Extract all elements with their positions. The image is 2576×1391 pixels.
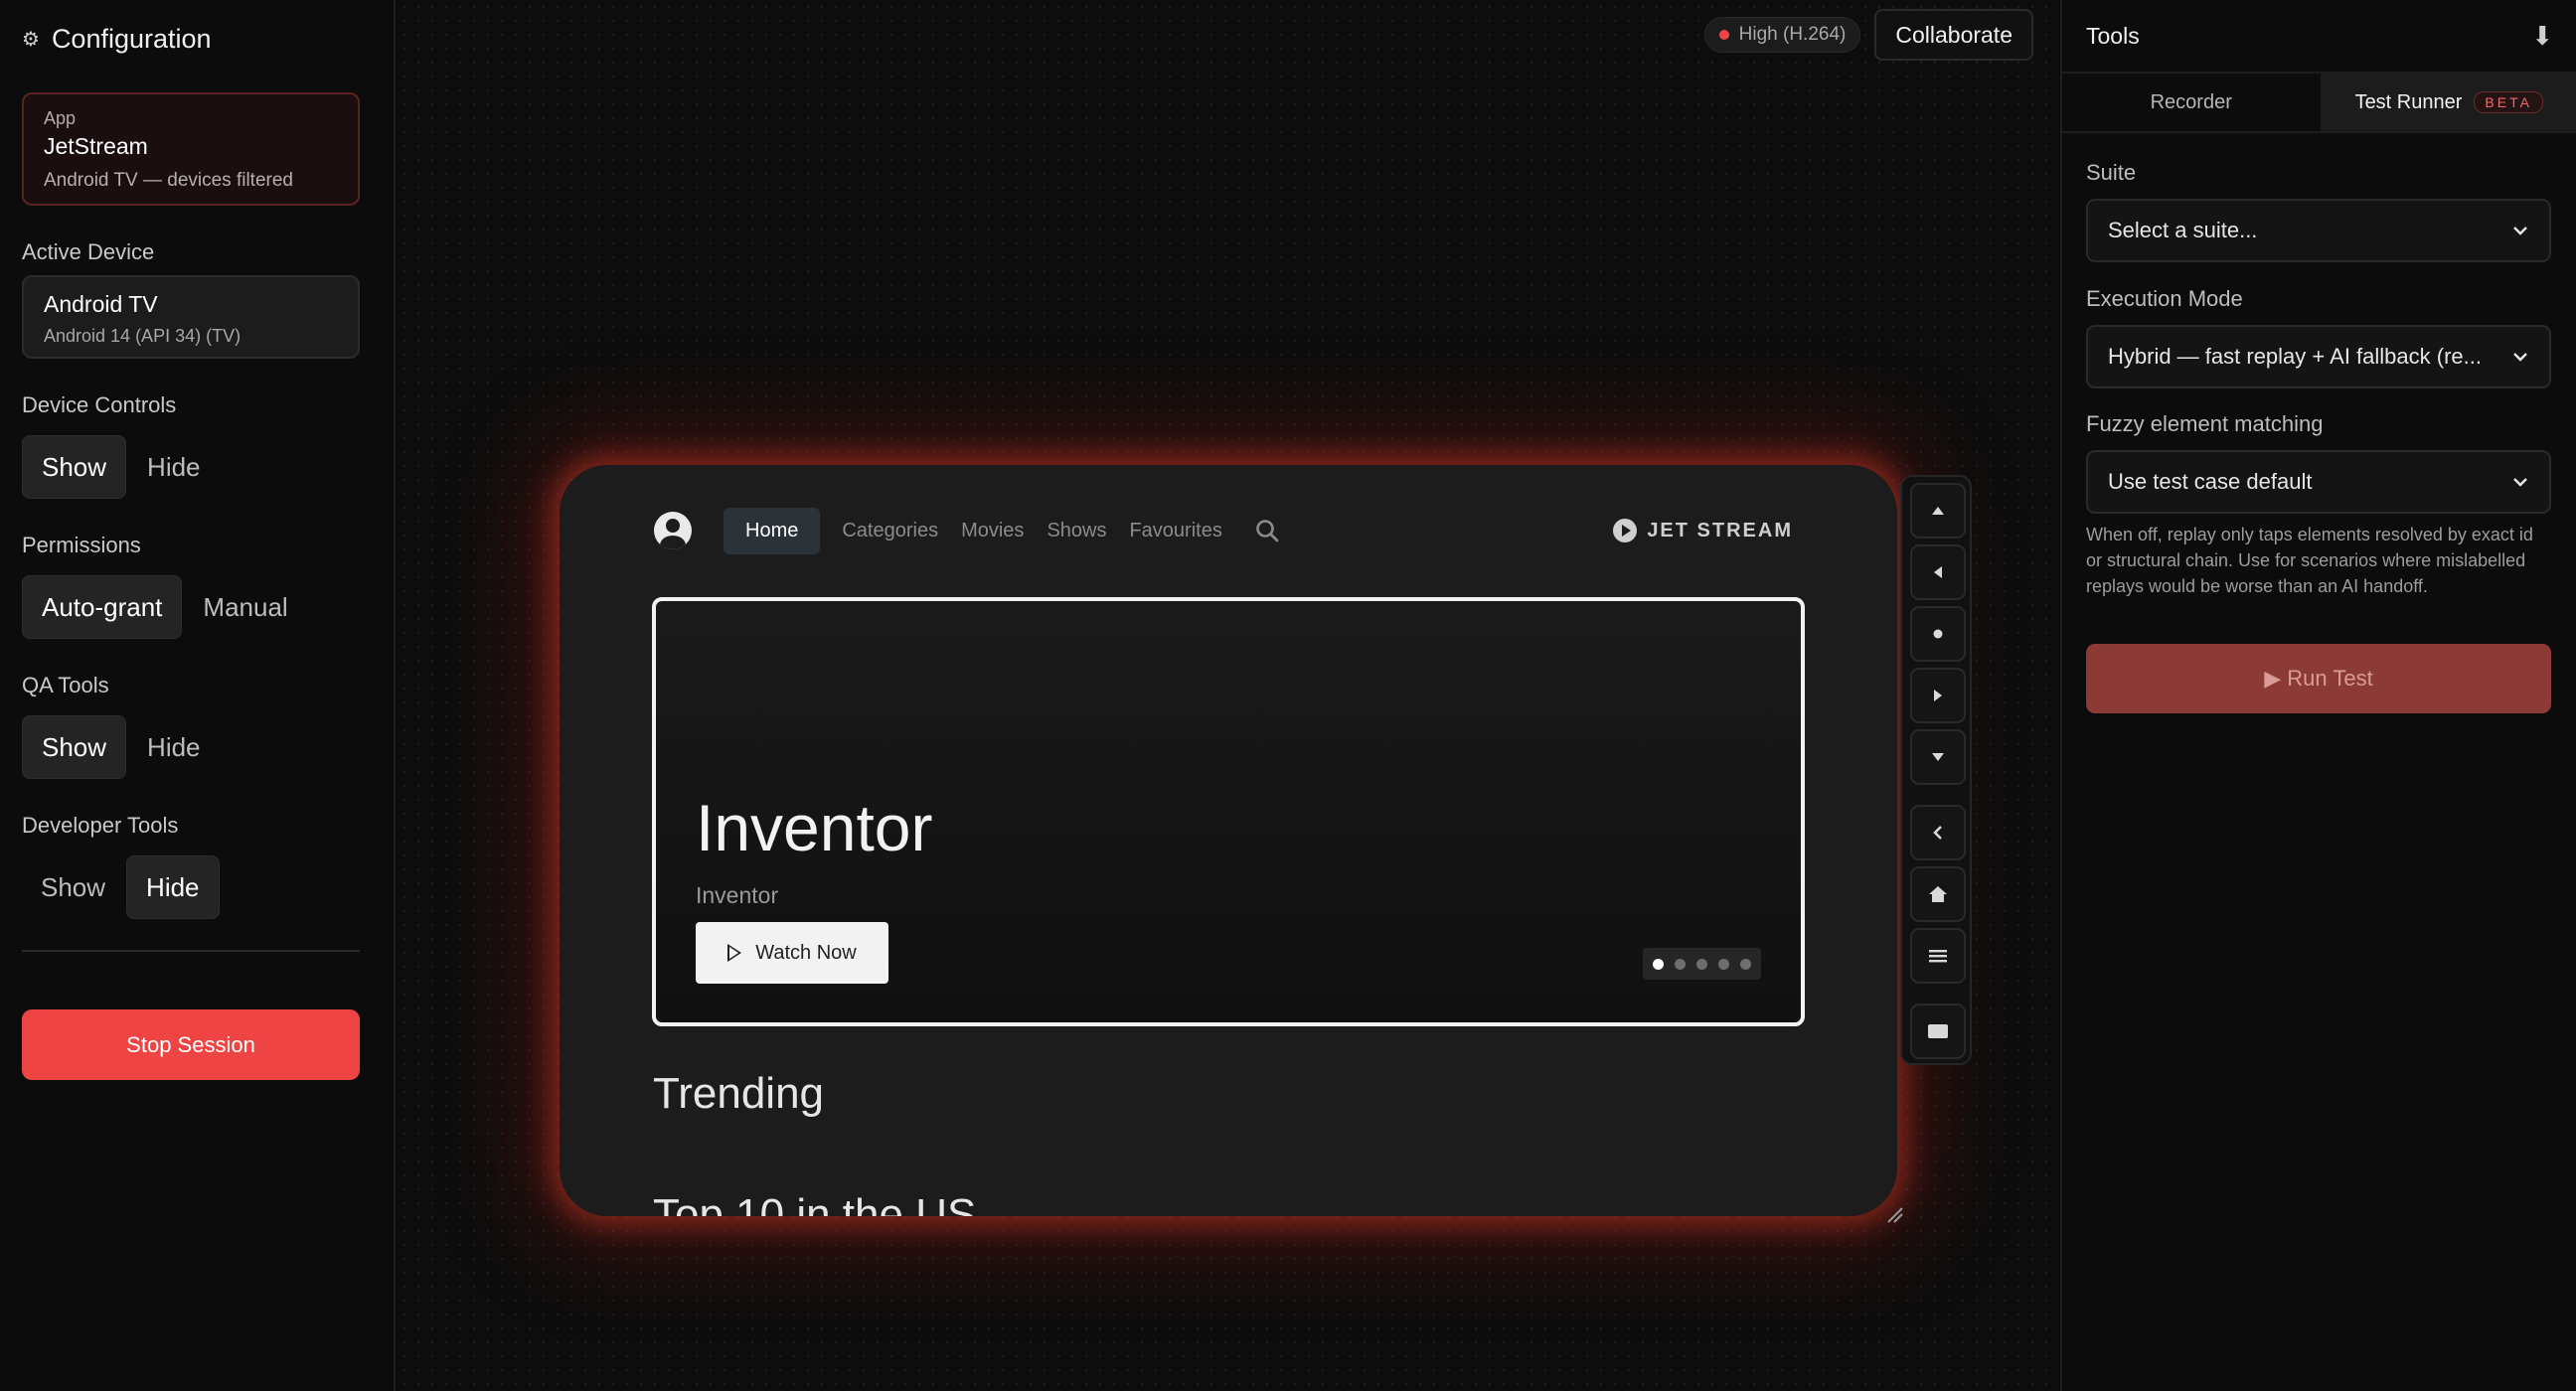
suite-select[interactable]: Select a suite... — [2086, 199, 2551, 262]
carousel-dot — [1740, 958, 1751, 970]
suite-select-value: Select a suite... — [2108, 218, 2258, 242]
tv-tab-home[interactable]: Home — [724, 507, 821, 554]
row-title-trending: Trending — [653, 1069, 825, 1118]
device-controls-show[interactable]: Show — [22, 435, 127, 499]
dpad-down-icon[interactable] — [1910, 729, 1966, 785]
stop-session-button[interactable]: Stop Session — [22, 1009, 360, 1080]
chevron-down-icon — [2513, 353, 2527, 362]
tv-nav-bar: Home Categories Movies Shows Favourites … — [654, 505, 1793, 556]
play-circle-icon — [1613, 519, 1638, 542]
tv-tab-movies[interactable]: Movies — [961, 520, 1024, 542]
fuzzy-matching-help: When off, replay only taps elements reso… — [2086, 525, 2533, 596]
keyboard-icon[interactable] — [1910, 1004, 1966, 1059]
device-name: Android TV — [44, 291, 158, 317]
tv-screen[interactable]: Home Categories Movies Shows Favourites … — [560, 465, 1897, 1216]
tab-recorder[interactable]: Recorder — [2062, 74, 2321, 131]
qa-tools-show[interactable]: Show — [22, 715, 127, 779]
hero-subtitle: Inventor — [696, 882, 779, 908]
permissions-auto-grant[interactable]: Auto-grant — [22, 575, 183, 639]
tab-test-runner[interactable]: Test Runner BETA — [2320, 74, 2576, 131]
device-controls-toggle: Show Hide — [22, 435, 220, 499]
remote-control-panel — [1900, 475, 1972, 1065]
qa-tools-label: QA Tools — [22, 673, 109, 697]
device-stage: High (H.264) Collaborate Home Categories… — [398, 0, 2059, 1391]
watch-now-button[interactable]: Watch Now — [696, 922, 888, 984]
developer-tools-show[interactable]: Show — [22, 855, 124, 919]
download-icon[interactable]: ⬇ — [2531, 21, 2553, 52]
app-name: JetStream — [44, 133, 148, 159]
resize-handle-icon[interactable] — [1884, 1204, 1904, 1224]
hero-banner[interactable]: Inventor Inventor Watch Now — [652, 597, 1805, 1026]
carousel-indicator — [1643, 948, 1761, 980]
sidebar-header: ⚙ Configuration — [22, 24, 212, 55]
tab-recorder-label: Recorder — [2150, 90, 2232, 113]
tools-header: Tools ⬇ — [2086, 0, 2553, 72]
developer-tools-hide[interactable]: Hide — [126, 855, 220, 919]
suite-label: Suite — [2086, 160, 2137, 185]
menu-icon[interactable] — [1910, 928, 1966, 984]
execution-mode-value: Hybrid — fast replay + AI fallback (re..… — [2108, 344, 2482, 369]
app-subtitle: Android TV — devices filtered — [44, 170, 293, 191]
device-subtitle: Android 14 (API 34) (TV) — [44, 326, 242, 346]
tools-tabs: Recorder Test Runner BETA — [2062, 72, 2576, 133]
chevron-down-icon — [2513, 478, 2527, 487]
permissions-manual[interactable]: Manual — [184, 575, 306, 639]
developer-tools-label: Developer Tools — [22, 813, 179, 838]
tv-brand-logo: JET STREAM — [1613, 519, 1793, 542]
permissions-toggle: Auto-grant Manual — [22, 575, 307, 639]
gear-icon: ⚙ — [22, 29, 40, 51]
sidebar-divider — [22, 950, 360, 952]
active-device-card[interactable]: Android TV Android 14 (API 34) (TV) — [22, 275, 360, 359]
stream-quality-badge[interactable]: High (H.264) — [1703, 17, 1861, 53]
status-dot-icon — [1718, 30, 1729, 40]
fuzzy-matching-value: Use test case default — [2108, 469, 2313, 494]
sidebar-title: Configuration — [51, 24, 212, 54]
home-icon[interactable] — [1910, 866, 1966, 922]
permissions-label: Permissions — [22, 533, 141, 557]
watch-now-label: Watch Now — [755, 941, 857, 964]
beta-badge: BETA — [2474, 91, 2543, 113]
app-label: App — [44, 108, 77, 128]
device-controls-label: Device Controls — [22, 392, 177, 417]
collaborate-button[interactable]: Collaborate — [1874, 9, 2033, 61]
search-icon[interactable] — [1254, 518, 1280, 543]
profile-avatar-icon[interactable] — [654, 512, 692, 549]
tv-tab-categories[interactable]: Categories — [842, 520, 938, 542]
dpad-left-icon[interactable] — [1910, 544, 1966, 600]
tools-title: Tools — [2086, 22, 2140, 49]
stage-topbar: High (H.264) Collaborate — [1703, 9, 2033, 61]
config-sidebar: ⚙ Configuration App JetStream Android TV… — [0, 0, 396, 1391]
tools-panel: Tools ⬇ Recorder Test Runner BETA Suite … — [2060, 0, 2576, 1391]
active-device-label: Active Device — [22, 239, 155, 264]
app-card[interactable]: App JetStream Android TV — devices filte… — [22, 92, 360, 206]
execution-mode-label: Execution Mode — [2086, 286, 2243, 311]
carousel-dot — [1718, 958, 1729, 970]
dpad-center-icon[interactable] — [1910, 606, 1966, 662]
back-icon[interactable] — [1910, 805, 1966, 860]
fuzzy-matching-select[interactable]: Use test case default — [2086, 450, 2551, 514]
dpad-up-icon[interactable] — [1910, 483, 1966, 539]
execution-mode-select[interactable]: Hybrid — fast replay + AI fallback (re..… — [2086, 325, 2551, 388]
stream-quality-label: High (H.264) — [1738, 24, 1847, 45]
row-title-top10: Top 10 in the US — [653, 1190, 977, 1216]
hero-title: Inventor — [696, 791, 933, 864]
fuzzy-matching-label: Fuzzy element matching — [2086, 411, 2324, 436]
carousel-dot — [1675, 958, 1686, 970]
dpad-right-icon[interactable] — [1910, 668, 1966, 723]
tv-tab-favourites[interactable]: Favourites — [1129, 520, 1221, 542]
carousel-dot — [1696, 958, 1707, 970]
tv-brand-name: JET STREAM — [1647, 519, 1793, 541]
chevron-down-icon — [2513, 227, 2527, 235]
qa-tools-toggle: Show Hide — [22, 715, 220, 779]
qa-tools-hide[interactable]: Hide — [128, 715, 219, 779]
tv-tab-shows[interactable]: Shows — [1046, 520, 1106, 542]
play-icon — [727, 944, 742, 962]
developer-tools-toggle: Show Hide — [22, 855, 220, 919]
tab-test-runner-label: Test Runner — [2354, 90, 2463, 113]
carousel-dot — [1653, 958, 1664, 970]
run-test-button[interactable]: ▶ Run Test — [2086, 644, 2551, 713]
device-controls-hide[interactable]: Hide — [128, 435, 219, 499]
